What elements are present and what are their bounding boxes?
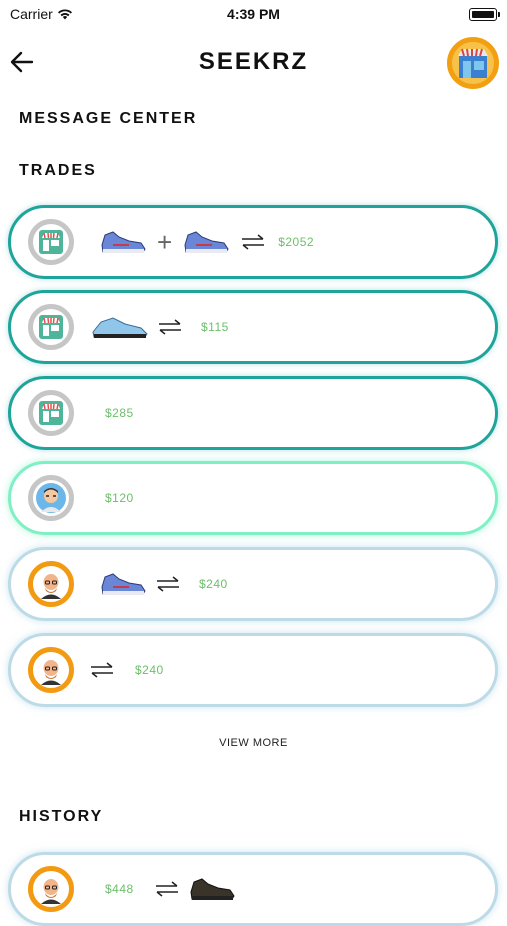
battery-icon bbox=[469, 8, 500, 21]
person-avatar-icon bbox=[36, 483, 66, 513]
person-avatar bbox=[28, 475, 74, 521]
trade-card[interactable]: $115 bbox=[8, 290, 498, 364]
bald-man-avatar bbox=[28, 647, 74, 693]
trade-card[interactable]: + $2052 bbox=[8, 205, 498, 279]
trade-price: $285 bbox=[105, 406, 134, 420]
app-header: SEEKRZ bbox=[0, 34, 507, 90]
history-price: $448 bbox=[105, 882, 134, 896]
trade-price: $240 bbox=[199, 577, 228, 591]
store-avatar-icon bbox=[39, 230, 63, 254]
trade-price: $240 bbox=[135, 663, 164, 677]
swap-arrows-icon bbox=[159, 319, 181, 335]
trade-items: + $2052 bbox=[99, 208, 314, 276]
trade-price: $2052 bbox=[278, 235, 315, 249]
history-heading: HISTORY bbox=[19, 808, 104, 825]
swap-arrows-icon bbox=[91, 662, 113, 678]
bald-man-avatar bbox=[28, 866, 74, 912]
store-avatar bbox=[28, 219, 74, 265]
history-card[interactable]: $448 bbox=[8, 852, 498, 926]
store-avatar bbox=[28, 304, 74, 350]
trade-price: $115 bbox=[201, 320, 229, 334]
bald-man-avatar-icon bbox=[36, 569, 66, 599]
history-items: $448 bbox=[105, 855, 236, 923]
message-center-heading: MESSAGE CENTER bbox=[19, 110, 198, 127]
trade-items: $240 bbox=[89, 636, 164, 704]
trade-card[interactable]: $120 bbox=[8, 461, 498, 535]
trade-card[interactable]: $240 bbox=[8, 633, 498, 707]
clock: 4:39 PM bbox=[227, 6, 280, 22]
trade-items: $120 bbox=[105, 464, 134, 532]
store-avatar-icon bbox=[39, 315, 63, 339]
sneaker-image bbox=[101, 573, 146, 595]
trade-card[interactable]: $240 bbox=[8, 547, 498, 621]
status-bar: Carrier 4:39 PM bbox=[0, 0, 507, 30]
trade-items: $285 bbox=[105, 379, 134, 447]
store-button[interactable] bbox=[447, 37, 499, 89]
trade-items: $240 bbox=[99, 550, 228, 618]
plus-icon: + bbox=[157, 227, 173, 257]
swap-arrows-icon bbox=[157, 576, 179, 592]
bald-man-avatar-icon bbox=[36, 874, 66, 904]
trade-card[interactable]: $285 bbox=[8, 376, 498, 450]
sneaker-image bbox=[92, 317, 148, 338]
sneaker-image bbox=[101, 231, 146, 253]
sneaker-image bbox=[184, 231, 229, 253]
trade-items: $115 bbox=[91, 293, 229, 361]
trade-price: $120 bbox=[105, 491, 134, 505]
store-avatar bbox=[28, 390, 74, 436]
trades-heading: TRADES bbox=[19, 162, 97, 179]
swap-arrows-icon bbox=[242, 234, 265, 250]
swap-arrows-icon bbox=[155, 881, 178, 897]
bald-man-avatar-icon bbox=[36, 655, 66, 685]
store-avatar-icon bbox=[39, 401, 63, 425]
view-more-link[interactable]: VIEW MORE bbox=[0, 737, 507, 749]
storefront-icon bbox=[458, 48, 488, 78]
app-logo: SEEKRZ bbox=[198, 48, 309, 75]
bald-man-avatar bbox=[28, 561, 74, 607]
